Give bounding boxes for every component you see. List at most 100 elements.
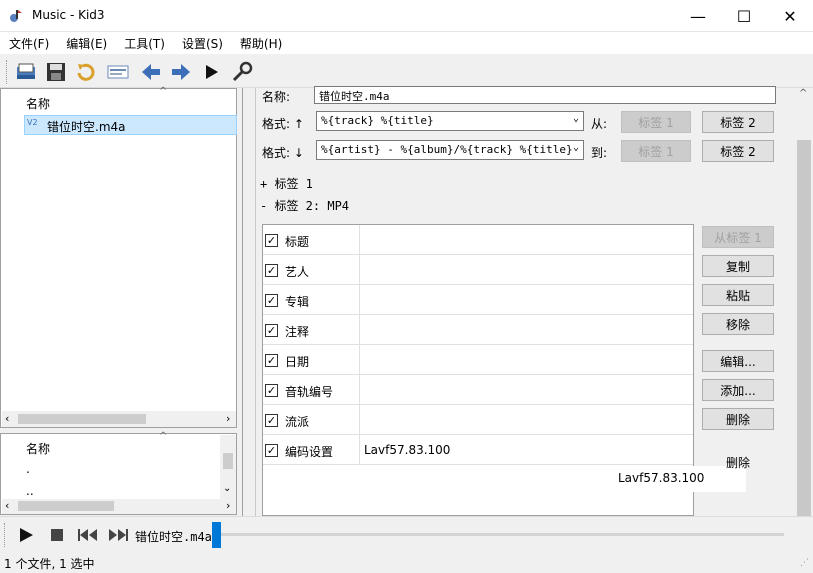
format-down-value: %{artist} - %{album}/%{track} %{title} [321,143,573,156]
frame-name: 标题 [285,235,310,249]
tags-icon [107,65,129,79]
frame-row-genre[interactable]: ✓ 流派 [263,405,693,435]
tag1-section-toggle[interactable]: + 标签 1 [260,175,313,192]
to-tag1-button[interactable]: 标签 1 [621,140,691,162]
previous-button[interactable] [138,59,164,85]
menu-bar: 文件(F) 编辑(E) 工具(T) 设置(S) 帮助(H) [0,32,813,54]
checkbox-icon[interactable]: ✓ [265,384,278,397]
scroll-thumb[interactable] [18,414,146,424]
maximize-button[interactable]: ☐ [721,0,767,32]
tags-button[interactable] [105,59,131,85]
tag2-section-toggle[interactable]: - 标签 2: MP4 [260,197,349,214]
close-button[interactable]: ✕ [767,0,813,32]
dir-list-pane: ^ 名称 . .. ⌄ ‹ › [0,431,237,515]
play-icon [206,65,218,79]
frame-name: 注释 [285,325,310,339]
format-up-label: 格式: ↑ [262,117,304,131]
scroll-thumb[interactable] [18,501,114,511]
checkbox-icon[interactable]: ✓ [265,264,278,277]
dir-item-current[interactable]: . [26,462,30,476]
checkbox-icon[interactable]: ✓ [265,354,278,367]
menu-file[interactable]: 文件(F) [0,32,57,54]
frame-row-album[interactable]: ✓ 专辑 [263,285,693,315]
divider [359,375,360,405]
minimize-button[interactable]: — [675,0,721,32]
settings-button[interactable] [229,59,255,85]
checkbox-icon[interactable]: ✓ [265,234,278,247]
remove-button[interactable]: 移除 [702,313,774,335]
frame-row-comment[interactable]: ✓ 注释 [263,315,693,345]
frame-name: 艺人 [285,265,310,279]
dir-list-hscrollbar[interactable]: ‹ › [2,499,236,514]
revert-button[interactable] [73,59,99,85]
dir-item-parent[interactable]: .. [26,484,34,498]
divider [359,315,360,345]
menu-edit[interactable]: 编辑(E) [57,32,115,54]
save-button[interactable] [43,59,69,85]
previous-icon [142,64,160,80]
frame-value[interactable]: Lavf57.83.100 [364,443,450,457]
right-vscrollbar[interactable]: ^ [795,88,813,516]
menu-help[interactable]: 帮助(H) [231,32,290,54]
checkbox-icon[interactable]: ✓ [265,294,278,307]
add-button[interactable]: 添加... [702,379,774,401]
paste-button[interactable]: 粘贴 [702,284,774,306]
frame-row-artist[interactable]: ✓ 艺人 [263,255,693,285]
from-tag2-button[interactable]: 标签 2 [702,111,774,133]
delete-button-ghost: 删除 [726,456,751,470]
scroll-thumb[interactable] [223,453,233,469]
from-tag1-frame-button[interactable]: 从标签 1 [702,226,774,248]
file-list-header[interactable]: 名称 [26,95,50,112]
frame-row-title[interactable]: ✓ 标题 [263,225,693,255]
dir-list-vscrollbar[interactable]: ⌄ [220,435,236,499]
scroll-left-icon[interactable]: ‹ [5,412,9,425]
menu-settings[interactable]: 设置(S) [173,32,231,54]
edit-button[interactable]: 编辑... [702,350,774,372]
toolbar-grip [6,60,8,84]
scroll-down-icon[interactable]: ⌄ [223,483,231,494]
status-text: 1 个文件, 1 选中 [4,557,95,571]
toolbar-grip [4,523,6,547]
frame-row-track[interactable]: ✓ 音轨编号 [263,375,693,405]
previous-track-icon[interactable] [77,527,99,543]
maximize-icon: ☐ [736,6,752,26]
format-down-combo[interactable]: %{artist} - %{album}/%{track} %{title} ⌄ [316,140,584,160]
tag-v2-icon: V2 [27,118,38,127]
frame-row-date[interactable]: ✓ 日期 [263,345,693,375]
scroll-thumb[interactable] [797,140,811,516]
scroll-up-icon[interactable]: ^ [799,88,807,99]
open-icon [17,63,35,79]
file-row-selected[interactable]: V2 错位时空.m4a [24,115,237,135]
next-button[interactable] [168,59,194,85]
checkbox-icon[interactable]: ✓ [265,444,278,457]
scroll-right-icon[interactable]: › [226,499,230,512]
menu-tools[interactable]: 工具(T) [115,32,173,54]
format-up-combo[interactable]: %{track} %{title} ⌄ [316,111,584,131]
from-tag1-button[interactable]: 标签 1 [621,111,691,133]
window-title: Music - Kid3 [32,8,105,22]
frame-row-encoding[interactable]: ✓ 编码设置 Lavf57.83.100 [263,435,693,465]
open-button[interactable] [13,59,39,85]
format-down-label: 格式: ↓ [262,146,304,160]
dir-list-header[interactable]: 名称 [26,440,50,457]
frame-name: 流派 [285,415,310,429]
stop-icon[interactable] [49,527,65,543]
name-field[interactable]: 错位时空.m4a [314,86,776,104]
checkbox-icon[interactable]: ✓ [265,324,278,337]
scroll-right-icon[interactable]: › [226,412,230,425]
checkbox-icon[interactable]: ✓ [265,414,278,427]
to-label: 到: [591,146,608,160]
name-label: 名称: [262,90,291,104]
progress-track[interactable] [214,533,784,536]
next-track-icon[interactable] [107,527,129,543]
to-tag2-button[interactable]: 标签 2 [702,140,774,162]
play-icon[interactable] [17,526,35,544]
scroll-left-icon[interactable]: ‹ [5,499,9,512]
delete-button[interactable]: 删除 [702,408,774,430]
resize-grip-icon[interactable]: ⋰ [800,558,809,568]
progress-slider-handle[interactable] [212,522,221,548]
play-button[interactable] [198,59,224,85]
close-icon: ✕ [783,6,797,26]
copy-button[interactable]: 复制 [702,255,774,277]
file-list-hscrollbar[interactable]: ‹ › [2,411,236,427]
